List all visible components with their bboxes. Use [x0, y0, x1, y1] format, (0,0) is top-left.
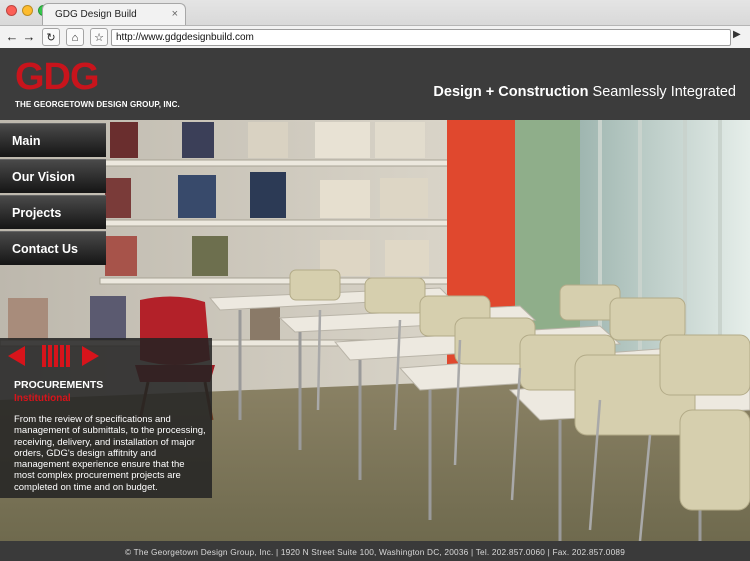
site-header: GDG THE GEORGETOWN DESIGN GROUP, INC. De… [0, 48, 750, 120]
panel-description: From the review of specifications and ma… [14, 414, 206, 493]
panel-title: PROCUREMENTS [14, 379, 104, 391]
logo-subtitle: THE GEORGETOWN DESIGN GROUP, INC. [15, 100, 180, 109]
reload-icon[interactable]: ↻ [42, 28, 60, 46]
tab-title: GDG Design Build [55, 9, 137, 20]
go-arrow-icon[interactable]: ▶ [733, 29, 741, 40]
bookmark-star-icon[interactable]: ☆ [90, 28, 108, 46]
browser-toolbar: ← → ↻ ⌂ ☆ http://www.gdgdesignbuild.com … [0, 25, 750, 48]
back-arrow-icon[interactable]: ← [3, 28, 21, 46]
nav-item-contact-us[interactable]: Contact Us [0, 231, 106, 265]
url-text: http://www.gdgdesignbuild.com [116, 32, 254, 43]
close-window-button[interactable] [6, 5, 17, 16]
minimize-window-button[interactable] [22, 5, 33, 16]
gdg-logo[interactable]: GDG [15, 58, 100, 96]
forward-arrow-icon[interactable]: → [20, 28, 38, 46]
nav-item-our-vision[interactable]: Our Vision [0, 159, 106, 193]
tagline-bold: Design + Construction [433, 84, 589, 100]
address-bar[interactable]: http://www.gdgdesignbuild.com [111, 29, 731, 46]
browser-tab[interactable]: GDG Design Build × [42, 3, 186, 25]
tab-close-icon[interactable]: × [172, 8, 178, 20]
tagline-rest: Seamlessly Integrated [588, 84, 736, 100]
next-arrow-icon[interactable] [82, 346, 99, 366]
nav-item-main[interactable]: Main [0, 123, 106, 157]
nav-item-projects[interactable]: Projects [0, 195, 106, 229]
pause-bars-icon[interactable] [42, 345, 70, 367]
browser-chrome: GDG Design Build × ← → ↻ ⌂ ☆ http://www.… [0, 0, 750, 48]
panel-subtitle: Institutional [14, 393, 71, 404]
project-info-panel: PROCUREMENTS Institutional From the revi… [0, 338, 212, 498]
tagline: Design + Construction Seamlessly Integra… [433, 84, 736, 100]
home-icon[interactable]: ⌂ [66, 28, 84, 46]
site-footer: © The Georgetown Design Group, Inc. | 19… [0, 541, 750, 561]
previous-arrow-icon[interactable] [8, 346, 25, 366]
footer-contact-text: © The Georgetown Design Group, Inc. | 19… [124, 547, 626, 557]
main-nav: Main Our Vision Projects Contact Us [0, 123, 106, 267]
